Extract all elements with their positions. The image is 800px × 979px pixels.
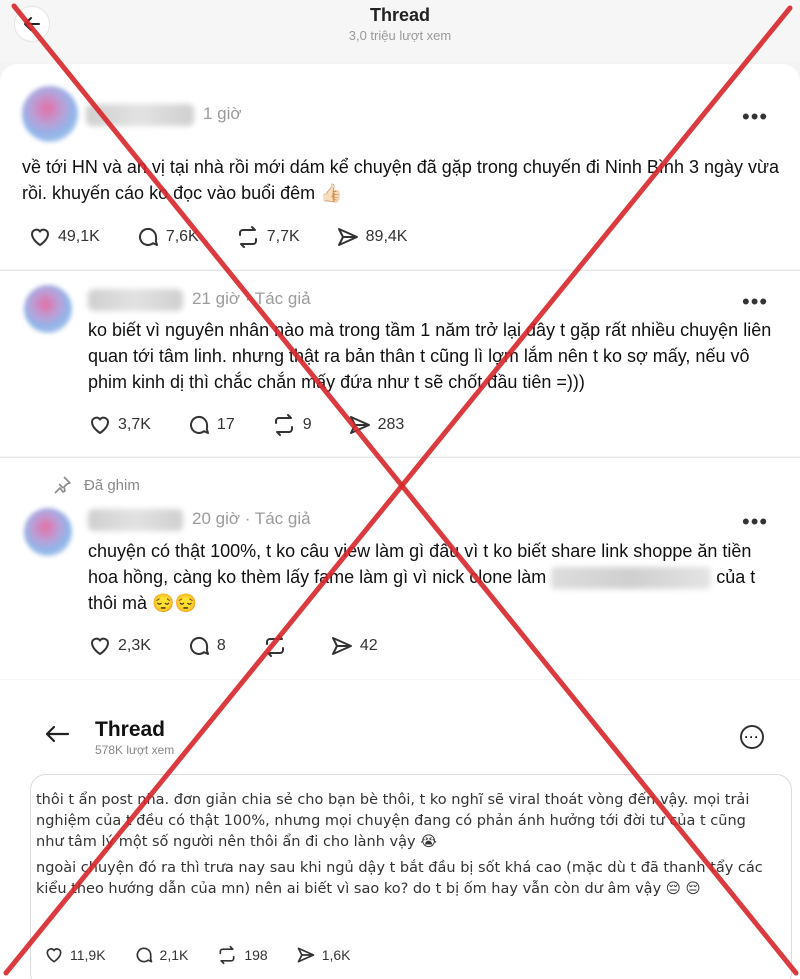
reply-bubble-icon: [136, 947, 152, 963]
like-button[interactable]: 49,1K: [28, 225, 100, 249]
post-actions: 49,1K 7,6K 7,7K 89,4K: [28, 225, 443, 249]
send-icon: [331, 637, 352, 655]
username-redacted[interactable]: [88, 289, 183, 311]
like-button[interactable]: 11,9K: [44, 945, 106, 965]
post-time: 1 giờ: [203, 104, 242, 123]
repost-button[interactable]: 7,7K: [235, 225, 300, 249]
reply-bubble-icon: [138, 228, 158, 246]
redacted-text: [551, 567, 712, 590]
view-count: 3,0 triệu lượt xem: [348, 28, 452, 43]
repost-button[interactable]: 9: [271, 413, 312, 437]
reply-button[interactable]: 17: [187, 413, 235, 437]
heart-icon: [90, 637, 110, 656]
like-count: 49,1K: [58, 228, 100, 245]
post-text: ko biết vì nguyên nhân nào mà trong tầm …: [88, 320, 772, 392]
post-actions: 3,7K 17 9 283: [88, 413, 440, 437]
top-bar: Thread 3,0 triệu lượt xem: [0, 0, 800, 62]
send-icon: [297, 947, 315, 963]
more-options-button[interactable]: •••: [742, 291, 768, 313]
send-icon: [337, 228, 358, 246]
share-button[interactable]: 42: [330, 634, 378, 658]
send-icon: [349, 416, 370, 434]
repost-count: 198: [244, 947, 268, 963]
share-count: 89,4K: [365, 228, 408, 245]
main-post: 1 giờ ••• về tới HN và an vị tại nhà rồi…: [0, 64, 800, 269]
username-redacted[interactable]: [88, 509, 183, 531]
reply-button[interactable]: 7,6K: [136, 225, 199, 249]
inner-post-actions: 11,9K 2,1K 198 1,6K: [44, 945, 379, 965]
share-count: 283: [377, 416, 405, 433]
share-button[interactable]: 1,6K: [296, 945, 351, 965]
inner-header: Thread 578K lượt xem ···: [0, 680, 800, 775]
share-button[interactable]: 283: [348, 413, 405, 437]
inner-text-para1: thôi t ẩn post nha. đơn giản chia sẻ cho…: [36, 792, 750, 850]
heart-icon: [90, 416, 110, 435]
repost-button[interactable]: [262, 634, 294, 658]
repost-icon: [274, 414, 293, 436]
author-reply-1: 21 giờ · Tác giả ••• ko biết vì nguyên n…: [0, 270, 800, 456]
repost-icon: [265, 635, 284, 657]
username-redacted[interactable]: [86, 104, 194, 126]
more-options-button[interactable]: •••: [742, 106, 768, 128]
repost-button[interactable]: 198: [216, 945, 268, 965]
thread-page: Thread 3,0 triệu lượt xem 1 giờ ••• về t…: [0, 0, 800, 979]
arrow-left-icon: [45, 725, 70, 743]
inner-text-para2: ngoài chuyện đó ra thì trưa nay sau khi …: [36, 860, 763, 897]
repost-count: 7,7K: [266, 228, 300, 245]
pinned-label: Đã ghim: [52, 475, 140, 495]
like-count: 11,9K: [70, 947, 106, 963]
reply-count: 2,1K: [159, 947, 189, 963]
reply-count: 8: [216, 637, 226, 654]
inner-title: Thread: [95, 718, 166, 741]
reply-count: 17: [216, 416, 235, 433]
inner-view-count: 578K lượt xem: [95, 743, 175, 757]
page-title: Thread: [369, 5, 430, 25]
repost-count: 9: [302, 416, 312, 433]
reply-button[interactable]: 2,1K: [134, 945, 189, 965]
post-actions: 2,3K 8 42: [88, 634, 414, 658]
post-text: chuyện có thật 100%, t ko câu view làm g…: [88, 538, 778, 616]
inner-back-button[interactable]: [44, 724, 70, 749]
reply-bubble-icon: [189, 637, 209, 655]
avatar[interactable]: [22, 86, 78, 142]
more-options-button[interactable]: •••: [742, 511, 768, 533]
like-count: 2,3K: [118, 637, 151, 654]
pinned-text: Đã ghim: [84, 476, 140, 494]
post-time: 20 giờ · Tác giả: [192, 509, 311, 528]
like-button[interactable]: 2,3K: [88, 634, 151, 658]
share-count: 42: [359, 637, 378, 654]
share-count: 1,6K: [321, 947, 351, 963]
repost-icon: [219, 945, 235, 965]
embedded-screenshot: Thread 578K lượt xem ··· thôi t ẩn post …: [0, 680, 800, 979]
post-text: về tới HN và an vị tại nhà rồi mới dám k…: [22, 157, 780, 203]
pin-icon: [54, 476, 71, 494]
repost-icon: [238, 226, 257, 248]
avatar[interactable]: [24, 508, 72, 556]
like-count: 3,7K: [118, 416, 151, 433]
heart-icon: [30, 228, 50, 247]
like-button[interactable]: 3,7K: [88, 413, 151, 437]
more-options-icon[interactable]: ···: [740, 725, 764, 749]
share-button[interactable]: 89,4K: [336, 225, 408, 249]
avatar[interactable]: [24, 285, 72, 333]
post-time: 21 giờ · Tác giả: [192, 289, 311, 308]
heart-icon: [46, 948, 62, 963]
reply-bubble-icon: [189, 416, 209, 434]
reply-button[interactable]: 8: [187, 634, 226, 658]
reply-count: 7,6K: [165, 228, 199, 245]
